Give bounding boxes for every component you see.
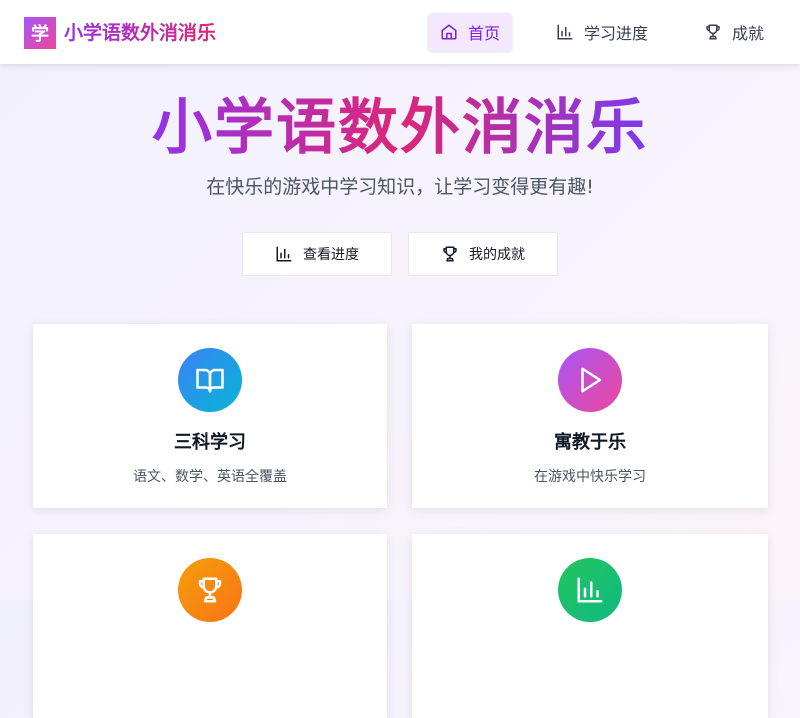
book-icon-badge — [178, 348, 242, 412]
hero-subtitle: 在快乐的游戏中学习知识，让学习变得更有趣! — [206, 176, 594, 198]
nav-progress-label: 学习进度 — [584, 24, 649, 43]
home-icon — [441, 24, 457, 40]
hero-title: 小学语数外消消乐 — [0, 90, 800, 166]
trophy-icon — [443, 246, 457, 262]
bar-chart-icon — [276, 246, 292, 262]
bar-chart-icon — [557, 24, 573, 40]
nav-home-label: 首页 — [467, 24, 500, 43]
play-icon — [581, 367, 602, 393]
brand-name[interactable]: 小学语数外消消乐 — [64, 19, 216, 47]
play-icon-badge — [558, 348, 622, 412]
logo-badge[interactable]: 学 — [24, 17, 56, 49]
feature-desc: 在游戏中快乐学习 — [534, 469, 646, 485]
top-navbar: 学 小学语数外消消乐 首页 学习进度 成就 — [0, 0, 800, 64]
nav-progress[interactable]: 学习进度 — [556, 13, 648, 51]
feature-card-progress — [412, 534, 768, 718]
my-achievements-button[interactable]: 我的成就 — [408, 232, 558, 276]
hero-title-text: 小学语数外消消乐 — [152, 93, 648, 163]
feature-card-achievements — [33, 534, 387, 718]
feature-desc: 语文、数学、英语全覆盖 — [133, 469, 287, 485]
trophy-icon — [198, 577, 222, 603]
trophy-icon — [706, 24, 720, 40]
feature-title: 三科学习 — [174, 432, 246, 453]
feature-card-subjects: 三科学习 语文、数学、英语全覆盖 — [33, 324, 387, 508]
my-achievements-label: 我的成就 — [469, 247, 525, 263]
view-progress-label: 查看进度 — [303, 247, 359, 263]
nav-home[interactable]: 首页 — [428, 13, 512, 51]
nav-achievements-label: 成就 — [732, 24, 765, 43]
bar-chart-icon-badge — [558, 558, 622, 622]
trophy-icon-badge — [178, 558, 242, 622]
view-progress-button[interactable]: 查看进度 — [242, 232, 392, 276]
feature-card-fun-learning: 寓教于乐 在游戏中快乐学习 — [412, 324, 768, 508]
book-icon — [196, 368, 224, 393]
nav-achievements[interactable]: 成就 — [704, 13, 764, 51]
bar-chart-icon — [577, 577, 603, 603]
feature-title: 寓教于乐 — [554, 432, 626, 453]
